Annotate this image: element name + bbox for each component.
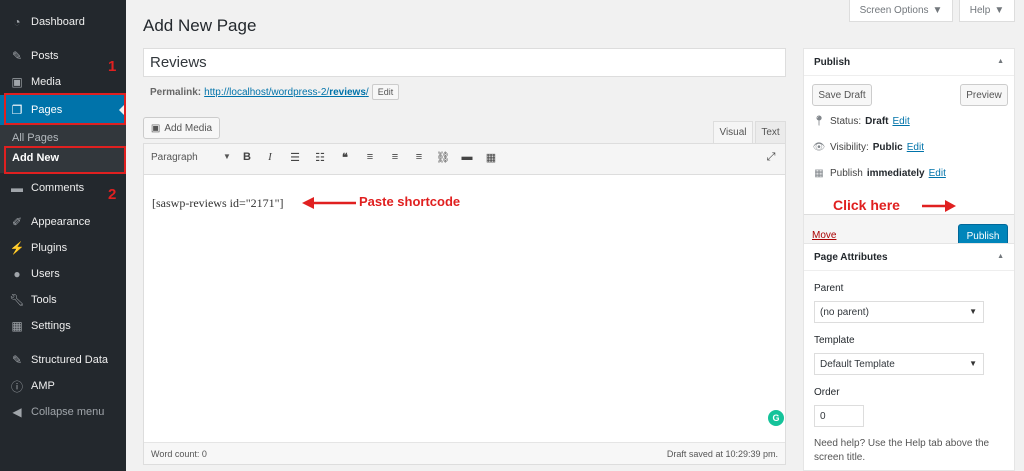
move-to-trash-link[interactable]: Move xyxy=(812,230,836,241)
collapse-icon: ◀ xyxy=(12,405,22,419)
admin-sidebar: ◔ Dashboard ✎ Posts ▣ Media ❐ Pages All … xyxy=(0,0,126,471)
media-icon: ▣ xyxy=(11,75,23,89)
bulleted-list-icon[interactable]: ☰ xyxy=(288,151,302,164)
status-edit-link[interactable]: Edit xyxy=(892,116,909,127)
preview-button[interactable]: Preview xyxy=(960,84,1008,106)
collapse-menu-button[interactable]: ◀ Collapse menu xyxy=(0,399,126,425)
sidebar-item-settings[interactable]: ▦ Settings xyxy=(0,313,126,339)
parent-label: Parent xyxy=(814,283,844,294)
read-more-icon[interactable]: ▬ xyxy=(460,151,474,163)
click-here-annotation: Click here xyxy=(833,197,900,213)
comments-icon: ▬ xyxy=(11,181,23,195)
numbered-list-icon[interactable]: ☷ xyxy=(313,151,327,164)
template-label: Template xyxy=(814,335,855,346)
caret-up-icon[interactable]: ▲ xyxy=(997,58,1004,65)
sidebar-item-plugins[interactable]: ⚡ Plugins xyxy=(0,235,126,261)
schedule-row: ▦ Publish immediately Edit xyxy=(812,168,946,179)
grammarly-icon[interactable]: G xyxy=(768,410,784,426)
pin-icon: 📍︎ xyxy=(812,116,826,127)
sidebar-item-structured-data[interactable]: ✎ Structured Data xyxy=(0,347,126,373)
sidebar-item-appearance[interactable]: ✐ Appearance xyxy=(0,209,126,235)
add-media-button[interactable]: ▣ Add Media xyxy=(143,117,220,139)
wrench-icon: 🔧︎ xyxy=(9,293,25,307)
link-icon[interactable]: ⛓︎ xyxy=(436,151,450,164)
word-count: Word count: 0 xyxy=(151,449,207,459)
blockquote-icon[interactable]: ❝ xyxy=(338,151,352,164)
bold-icon[interactable]: B xyxy=(240,151,254,163)
order-input[interactable]: 0 xyxy=(814,405,864,427)
highlight-box-pages xyxy=(4,93,126,125)
page-attributes-box: Page Attributes ▲ Parent (no parent) ▼ T… xyxy=(803,243,1015,471)
help-button[interactable]: Help ▼ xyxy=(959,0,1015,22)
caret-down-icon: ▼ xyxy=(969,359,977,368)
media-icon: ▣ xyxy=(150,122,161,134)
permalink: Permalink: http://localhost/wordpress-2/… xyxy=(150,84,400,100)
draft-saved-status: Draft saved at 10:29:39 pm. xyxy=(666,449,778,459)
submenu-all-pages[interactable]: All Pages xyxy=(12,132,58,144)
parent-select[interactable]: (no parent) ▼ xyxy=(814,301,984,323)
tab-visual[interactable]: Visual xyxy=(713,121,753,143)
align-left-icon[interactable]: ≡ xyxy=(363,151,377,163)
save-draft-button[interactable]: Save Draft xyxy=(812,84,872,106)
format-select[interactable]: Paragraph xyxy=(151,152,198,163)
editor-content[interactable]: [saswp-reviews id="2171"] xyxy=(152,196,284,211)
editor-status-bar: Word count: 0 Draft saved at 10:29:39 pm… xyxy=(144,442,785,464)
sidebar-item-users[interactable]: ● Users xyxy=(0,261,126,287)
sidebar-item-dashboard[interactable]: ◔ Dashboard xyxy=(0,9,126,35)
publish-box-title: Publish ▲ xyxy=(804,49,1014,76)
sidebar-item-amp[interactable]: ⓘ AMP xyxy=(0,373,126,399)
caret-down-icon: ▼ xyxy=(932,5,943,16)
fullscreen-icon[interactable]: ⤢ xyxy=(764,151,778,164)
permalink-edit-button[interactable]: Edit xyxy=(371,84,400,100)
highlight-box-add-new xyxy=(4,146,126,174)
click-arrow-icon xyxy=(922,200,956,212)
tab-text[interactable]: Text xyxy=(755,121,786,143)
pin-icon: ✎ xyxy=(11,49,23,63)
content-editor[interactable]: Paragraph ▼ B I ☰ ☷ ❝ ≡ ≡ ≡ ⛓︎ ▬ ▦ ⤢ [sa… xyxy=(143,143,786,465)
order-label: Order xyxy=(814,387,840,398)
editor-toolbar: Paragraph ▼ B I ☰ ☷ ❝ ≡ ≡ ≡ ⛓︎ ▬ ▦ ⤢ xyxy=(144,144,785,175)
italic-icon[interactable]: I xyxy=(263,151,277,163)
pin-icon: ✎ xyxy=(11,353,23,367)
status-row: 📍︎ Status: Draft Edit xyxy=(812,116,910,127)
visibility-edit-link[interactable]: Edit xyxy=(907,142,924,153)
annotation-number-1: 1 xyxy=(108,58,117,75)
settings-icon: ▦ xyxy=(11,319,23,333)
screen-options-button[interactable]: Screen Options ▼ xyxy=(849,0,953,22)
page-attributes-title: Page Attributes ▲ xyxy=(804,244,1014,271)
toolbar-toggle-icon[interactable]: ▦ xyxy=(484,151,498,164)
caret-down-icon: ▼ xyxy=(994,5,1005,16)
permalink-label: Permalink: xyxy=(150,86,202,98)
title-input[interactable]: Reviews xyxy=(143,48,786,77)
align-center-icon[interactable]: ≡ xyxy=(388,151,402,163)
dashboard-icon: ◔ xyxy=(13,15,21,29)
sidebar-item-tools[interactable]: 🔧︎ Tools xyxy=(0,287,126,313)
publish-box: Publish ▲ Save Draft Preview 📍︎ Status: D… xyxy=(803,48,1015,256)
template-select[interactable]: Default Template ▼ xyxy=(814,353,984,375)
calendar-icon: ▦ xyxy=(814,168,824,179)
users-icon: ● xyxy=(13,267,21,281)
amp-icon: ⓘ xyxy=(10,379,23,394)
help-text: Need help? Use the Help tab above the sc… xyxy=(814,438,990,463)
visibility-row: 👁︎ Visibility: Public Edit xyxy=(812,142,924,153)
page-title: Add New Page xyxy=(143,16,257,35)
brush-icon: ✐ xyxy=(11,215,23,229)
caret-down-icon: ▼ xyxy=(969,307,977,316)
align-right-icon[interactable]: ≡ xyxy=(412,151,426,163)
paste-shortcode-annotation: Paste shortcode xyxy=(359,194,461,209)
plugin-icon: ⚡ xyxy=(9,241,25,255)
eye-icon: 👁︎ xyxy=(812,142,826,153)
paste-arrow-icon xyxy=(302,197,356,209)
caret-up-icon[interactable]: ▲ xyxy=(997,253,1004,260)
schedule-edit-link[interactable]: Edit xyxy=(929,168,946,179)
caret-down-icon: ▼ xyxy=(223,152,231,161)
permalink-link[interactable]: http://localhost/wordpress-2/reviews/ xyxy=(204,87,369,98)
annotation-number-2: 2 xyxy=(108,186,117,203)
